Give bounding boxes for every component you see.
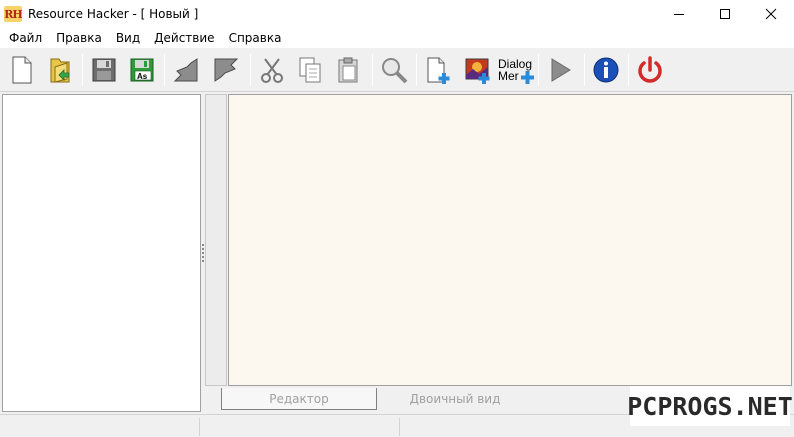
tab-editor[interactable]: Редактор [221, 388, 377, 410]
minimize-button[interactable] [656, 0, 702, 28]
about-button[interactable] [588, 52, 624, 88]
info-icon [593, 57, 619, 83]
add-image-icon [465, 58, 490, 84]
menu-help[interactable]: Справка [222, 28, 289, 48]
exit-power-icon [638, 56, 662, 83]
add-image-button[interactable] [460, 52, 496, 88]
resource-tree-panel[interactable] [2, 94, 201, 412]
status-cell-1 [0, 418, 200, 436]
app-logo: RH [4, 6, 23, 22]
paste-button[interactable] [330, 52, 366, 88]
maximize-icon [720, 9, 730, 19]
maximize-button[interactable] [702, 0, 748, 28]
open-button[interactable] [42, 52, 78, 88]
open-file-icon [50, 58, 70, 83]
save-icon [92, 58, 116, 82]
tab-binary-view[interactable]: Двоичный вид [377, 388, 533, 410]
editor-gutter [205, 94, 227, 386]
status-cell-2 [200, 418, 400, 436]
script-editor[interactable] [228, 94, 792, 386]
add-resource-button[interactable] [420, 52, 456, 88]
toolbar: As Dialog Mer [0, 48, 794, 92]
import-button[interactable] [168, 52, 204, 88]
menu-action[interactable]: Действие [147, 28, 221, 48]
compile-run-button[interactable] [542, 52, 578, 88]
add-dialog-menu-icon: Dialog Mer [498, 58, 534, 84]
close-button[interactable] [748, 0, 794, 28]
cut-icon [261, 58, 283, 83]
save-as-badge: As [137, 72, 148, 81]
new-button[interactable] [4, 52, 40, 88]
copy-button[interactable] [292, 52, 328, 88]
window-title: Resource Hacker - [ Новый ] [28, 7, 199, 21]
minimize-icon [674, 14, 684, 15]
find-button[interactable] [376, 52, 412, 88]
menu-bar: Файл Правка Вид Действие Справка [0, 28, 794, 48]
menu-view[interactable]: Вид [109, 28, 147, 48]
menu-file[interactable]: Файл [2, 28, 49, 48]
save-as-button[interactable]: As [124, 52, 160, 88]
window-controls [656, 0, 794, 28]
cut-button[interactable] [254, 52, 290, 88]
paste-icon [338, 57, 358, 83]
compile-run-icon [551, 58, 571, 82]
new-file-icon [12, 56, 32, 84]
save-as-icon: As [130, 58, 154, 82]
menu-edit[interactable]: Правка [49, 28, 109, 48]
import-icon [173, 58, 198, 82]
add-resource-icon [427, 57, 450, 84]
add-dialog-menu-button[interactable]: Dialog Mer [498, 52, 534, 88]
watermark: PCPROGS.NET [627, 386, 793, 426]
title-bar: RH Resource Hacker - [ Новый ] [0, 0, 794, 28]
export-button[interactable] [208, 52, 244, 88]
exit-button[interactable] [632, 52, 668, 88]
close-icon [765, 8, 777, 20]
copy-icon [299, 57, 321, 83]
find-icon [382, 58, 408, 84]
save-button[interactable] [86, 52, 122, 88]
export-icon [214, 58, 239, 82]
